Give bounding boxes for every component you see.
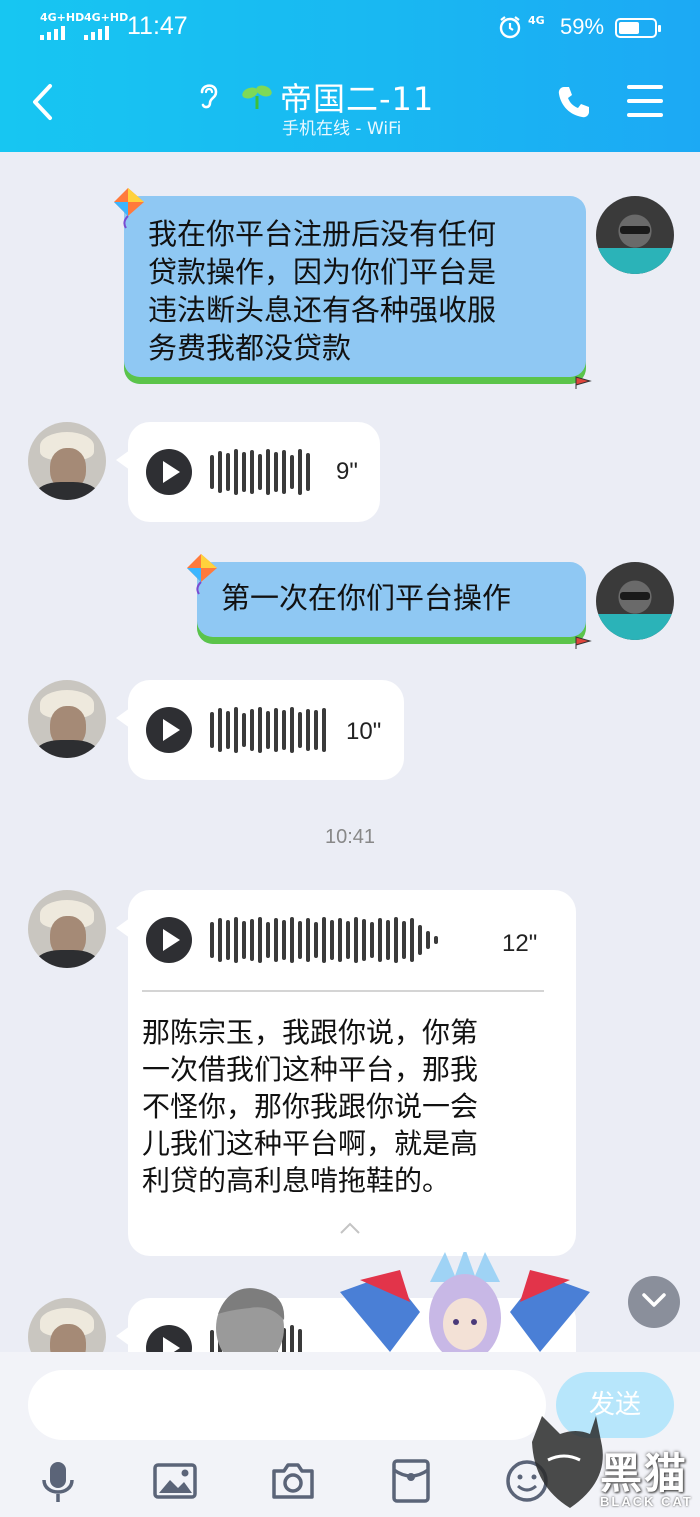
status-bar: 4G+HD 4G+HD 11:47 4G 59% — [0, 0, 700, 56]
ear-icon[interactable] — [196, 80, 222, 110]
voice-duration: 10" — [346, 718, 382, 745]
signal-2-label: 4G+HD — [84, 11, 129, 24]
play-icon[interactable] — [146, 1325, 192, 1352]
message-input[interactable] — [28, 1370, 546, 1440]
transcript-divider — [142, 990, 544, 992]
message-text: 第一次在你们平台操作 — [221, 581, 512, 615]
voice-waveform — [210, 916, 438, 964]
anime-character-sticker — [340, 1252, 590, 1352]
scroll-to-bottom-button[interactable] — [628, 1276, 680, 1328]
contact-avatar[interactable] — [28, 1298, 106, 1352]
signal-indicator-1: 4G+HD — [40, 12, 84, 40]
kite-icon — [114, 188, 144, 229]
time-divider: 10:41 — [324, 826, 376, 848]
image-icon[interactable] — [152, 1458, 198, 1504]
voice-waveform — [210, 706, 326, 754]
chevron-down-icon — [642, 1293, 666, 1307]
battery-fill — [619, 22, 639, 34]
voice-message[interactable]: 9" — [116, 422, 380, 522]
message-text: 我在你平台注册后没有任何 贷款操作，因为你们平台是 违法断头息还有各种强收服 务… — [148, 217, 497, 365]
play-icon[interactable] — [146, 917, 192, 963]
status-time: 11:47 — [127, 12, 188, 40]
contact-avatar[interactable] — [28, 890, 106, 968]
red-packet-icon[interactable] — [388, 1458, 434, 1504]
battery-percent: 59% — [560, 14, 605, 39]
cartoon-boy-sticker — [216, 1288, 285, 1352]
sprout-icon — [242, 85, 272, 109]
camera-icon[interactable] — [270, 1458, 316, 1504]
phone-icon[interactable] — [556, 84, 592, 120]
play-icon[interactable] — [146, 707, 192, 753]
microphone-icon[interactable] — [35, 1458, 81, 1504]
watermark-subtext: BLACK CAT — [600, 1494, 693, 1509]
voice-transcript: 那陈宗玉，我跟你说，你第 一次借我们这种平台，那我 不怪你，那你我跟你说一会 儿… — [142, 1016, 479, 1197]
chat-header: 4G+HD 4G+HD 11:47 4G 59% 帝国二-11 手机在线 - W… — [0, 0, 700, 152]
network-4g-indicator: 4G — [528, 14, 545, 27]
sent-text-message[interactable]: 我在你平台注册后没有任何 贷款操作，因为你们平台是 违法断头息还有各种强收服 务… — [114, 188, 592, 389]
kite-icon — [187, 554, 217, 595]
chevron-up-icon[interactable] — [339, 1222, 361, 1234]
flag-icon — [575, 636, 592, 649]
my-avatar[interactable] — [596, 562, 674, 640]
menu-icon[interactable] — [627, 85, 663, 119]
voice-message-with-transcript[interactable]: 12" 那陈宗玉，我跟你说，你第 一次借我们这种平台，那我 不怪你，那你我跟你说… — [116, 890, 576, 1256]
watermark-text: 黑猫 — [600, 1449, 689, 1498]
message-list[interactable]: 我在你平台注册后没有任何 贷款操作，因为你们平台是 违法断头息还有各种强收服 务… — [0, 152, 700, 1352]
voice-duration: 9" — [336, 458, 358, 485]
contact-status: 手机在线 - WiFi — [282, 119, 402, 139]
voice-duration: 12" — [502, 930, 538, 957]
sent-text-message[interactable]: 第一次在你们平台操作 — [187, 554, 592, 649]
contact-avatar[interactable] — [28, 680, 106, 758]
signal-1-label: 4G+HD — [40, 11, 85, 24]
signal-indicator-2: 4G+HD — [84, 12, 128, 40]
back-button[interactable] — [26, 82, 60, 122]
alarm-icon — [499, 16, 521, 39]
battery-icon — [615, 18, 661, 38]
contact-avatar[interactable] — [28, 422, 106, 500]
voice-message[interactable]: 10" — [116, 680, 404, 780]
voice-waveform — [210, 448, 310, 496]
flag-icon — [575, 376, 592, 389]
my-avatar[interactable] — [596, 196, 674, 274]
play-icon[interactable] — [146, 449, 192, 495]
